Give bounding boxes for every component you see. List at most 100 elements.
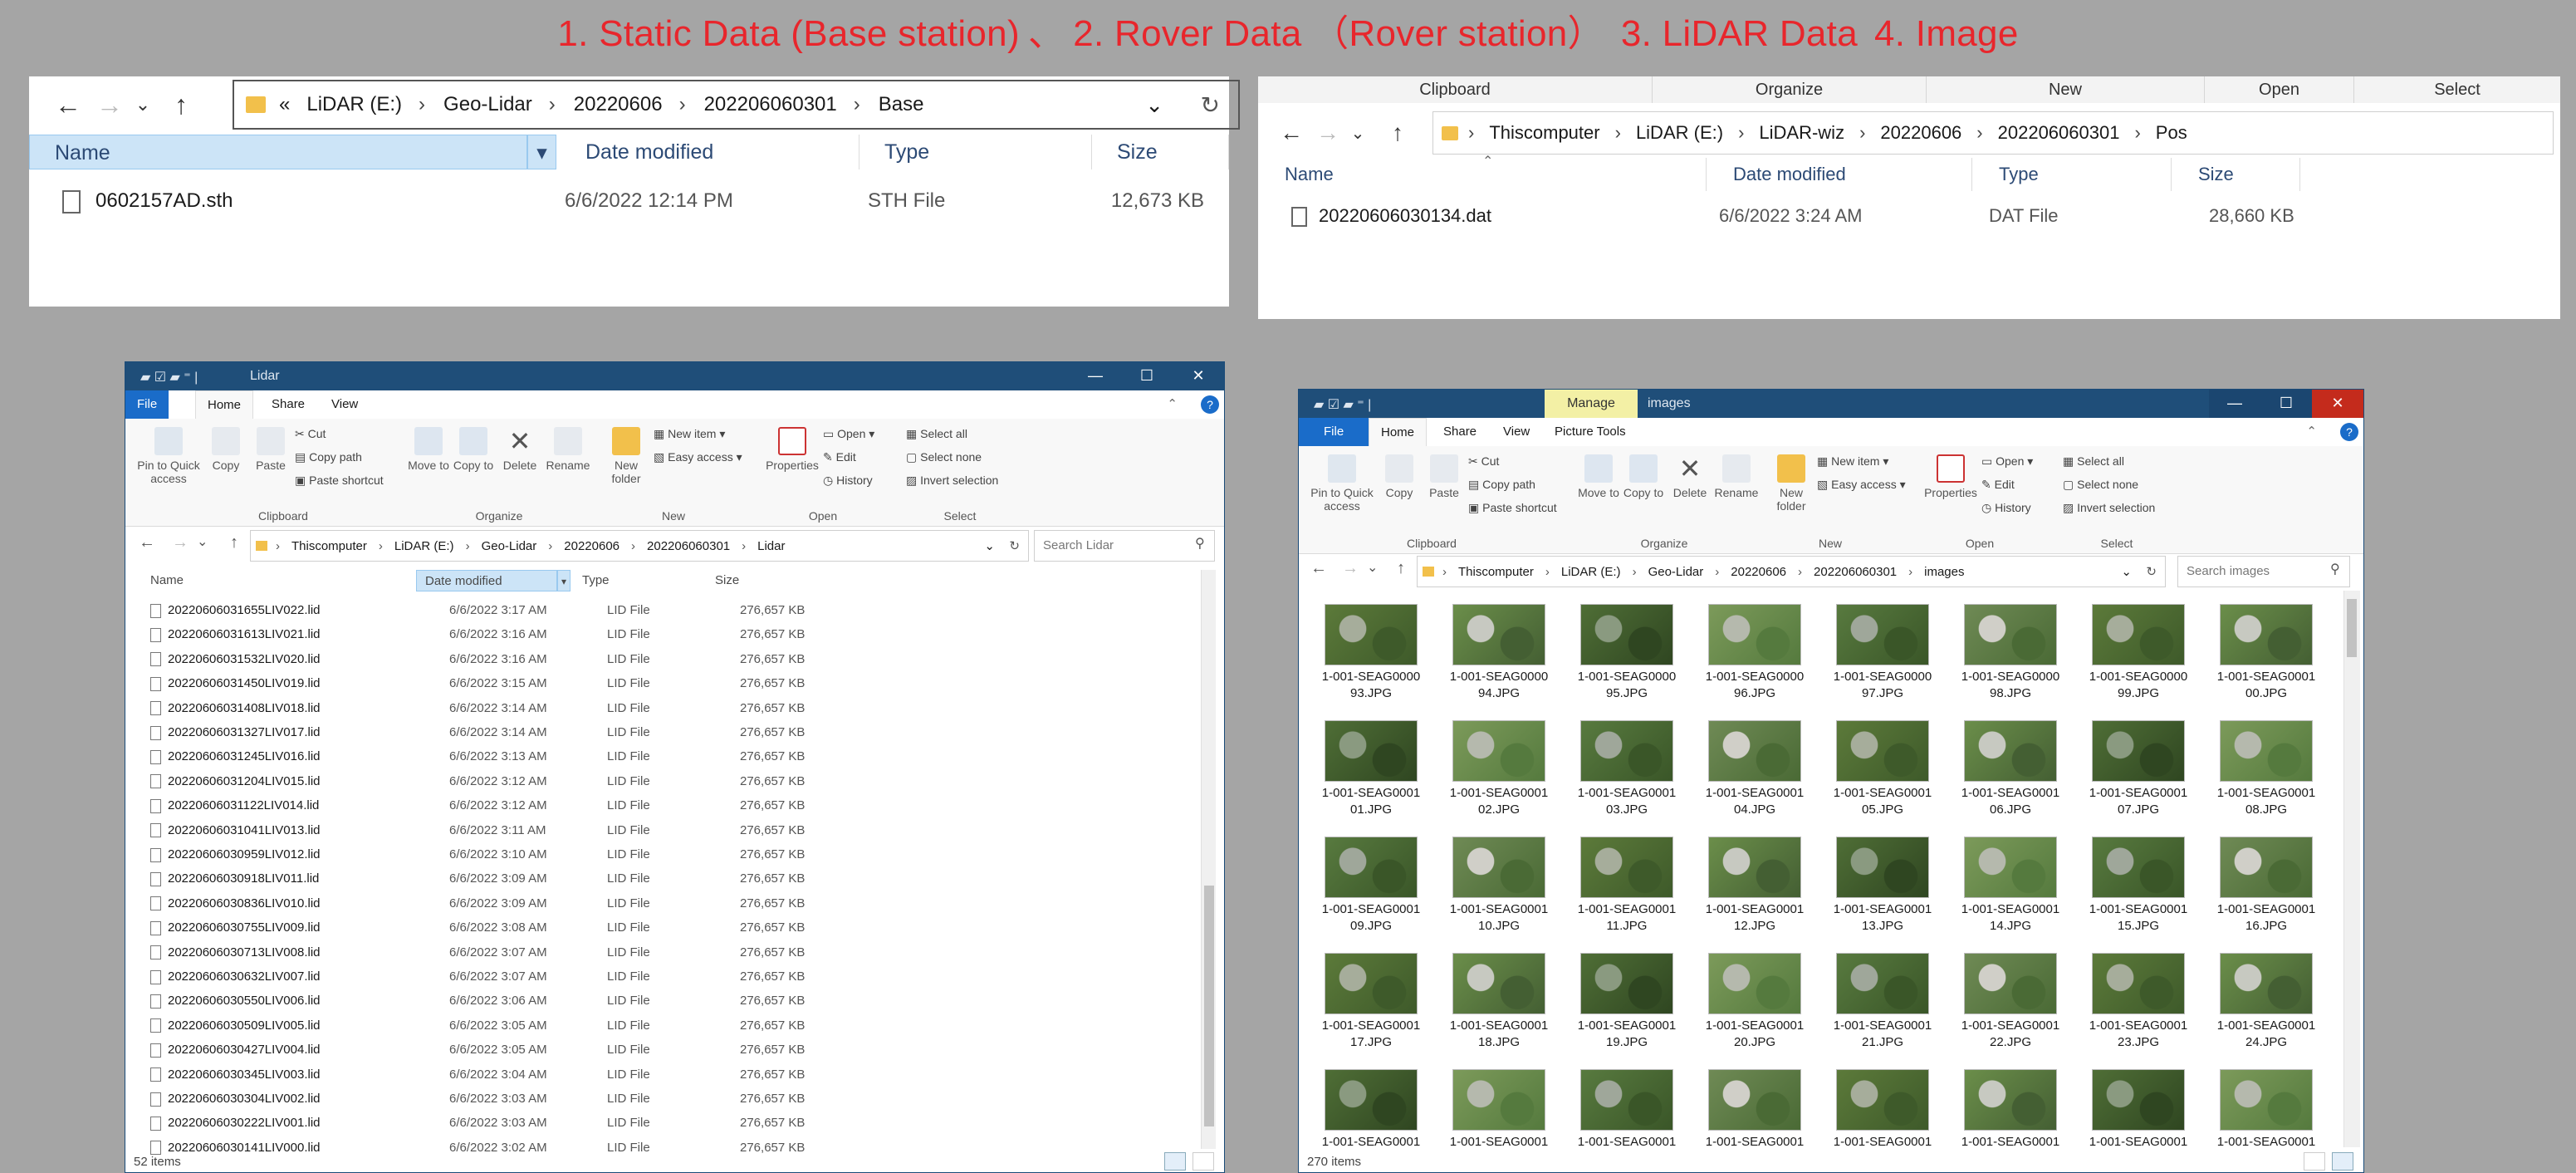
address-bar[interactable]: « LiDAR (E:) › Geo-Lidar › 20220606 › 20220… bbox=[233, 80, 1240, 130]
breadcrumb-item[interactable]: LiDAR (E:) bbox=[394, 539, 454, 553]
file-row[interactable]: 20220606031204LIV015.lid 6/6/2022 3:12 AM… bbox=[150, 769, 964, 793]
up-button[interactable]: ↑ bbox=[160, 76, 202, 133]
chevron-down-icon[interactable]: ⌄ bbox=[2121, 564, 2132, 579]
select-none-button[interactable]: ▢ Select none bbox=[906, 445, 998, 469]
image-thumbnail[interactable]: 1-001-SEAG0000 95.JPG bbox=[1563, 599, 1691, 715]
new-folder-button[interactable]: New folder bbox=[605, 427, 647, 485]
file-row[interactable]: 20220606030632LIV007.lid 6/6/2022 3:07 AM… bbox=[150, 964, 964, 989]
image-thumbnail[interactable]: 1-001-SEAG0001 bbox=[1819, 1064, 1947, 1173]
paste-button[interactable]: Paste bbox=[250, 427, 291, 472]
tab-home[interactable]: Home bbox=[1369, 418, 1428, 446]
select-all-button[interactable]: ▦ Select all bbox=[906, 422, 998, 445]
col-date[interactable]: Date modified bbox=[561, 135, 859, 169]
file-row[interactable]: 20220606031041LIV013.lid 6/6/2022 3:11 AM… bbox=[150, 818, 964, 842]
delete-button[interactable]: ✕ Delete bbox=[1669, 454, 1711, 499]
tab-file[interactable]: File bbox=[1299, 418, 1369, 446]
image-thumbnail[interactable]: 1-001-SEAG0001 02.JPG bbox=[1435, 715, 1563, 832]
copy-to-button[interactable]: Copy to bbox=[1623, 454, 1664, 499]
sort-dropdown-icon[interactable]: ▾ bbox=[527, 135, 556, 169]
properties-button[interactable]: Properties bbox=[765, 427, 820, 472]
breadcrumb-item[interactable]: Lidar bbox=[757, 539, 785, 553]
image-thumbnail[interactable]: 1-001-SEAG0001 11.JPG bbox=[1563, 832, 1691, 948]
breadcrumb-item[interactable]: 20220606 bbox=[574, 93, 663, 116]
image-thumbnail[interactable]: 1-001-SEAG0001 bbox=[1691, 1064, 1819, 1173]
breadcrumb-item[interactable]: « bbox=[279, 93, 290, 116]
up-button[interactable]: ↑ bbox=[1397, 559, 1405, 578]
refresh-icon[interactable]: ↻ bbox=[1009, 538, 1020, 553]
back-button[interactable]: ← bbox=[47, 76, 89, 133]
help-icon[interactable]: ? bbox=[1201, 395, 1219, 414]
image-thumbnail[interactable]: 1-001-SEAG0001 10.JPG bbox=[1435, 832, 1563, 948]
image-thumbnail[interactable]: 1-001-SEAG0000 93.JPG bbox=[1307, 599, 1435, 715]
scrollbar-thumb[interactable] bbox=[1204, 886, 1214, 1126]
move-to-button[interactable]: Move to bbox=[1578, 454, 1619, 499]
up-button[interactable]: ↑ bbox=[230, 533, 238, 552]
properties-button[interactable]: Properties bbox=[1923, 454, 1978, 499]
image-thumbnail[interactable]: 1-001-SEAG0001 07.JPG bbox=[2074, 715, 2202, 832]
col-type[interactable]: Type bbox=[859, 135, 1092, 169]
select-all-button[interactable]: ▦ Select all bbox=[2063, 449, 2155, 473]
maximize-button[interactable]: ☐ bbox=[1121, 362, 1173, 390]
breadcrumb-item[interactable]: LiDAR (E:) bbox=[306, 93, 402, 116]
col-type[interactable]: Type bbox=[1972, 158, 2172, 191]
file-row[interactable]: 20220606030134.dat 6/6/2022 3:24 AM DAT … bbox=[1258, 199, 2560, 233]
image-thumbnail[interactable]: 1-001-SEAG0001 23.JPG bbox=[2074, 948, 2202, 1064]
image-thumbnail[interactable]: 1-001-SEAG0001 20.JPG bbox=[1691, 948, 1819, 1064]
edit-button[interactable]: ✎ Edit bbox=[823, 445, 874, 469]
address-bar[interactable]: › Thiscomputer › LiDAR (E:) › Geo-Lidar › 2… bbox=[1417, 556, 2166, 587]
tab-file[interactable]: File bbox=[125, 390, 169, 419]
sort-dropdown-icon[interactable]: ▾ bbox=[557, 570, 571, 591]
image-thumbnail[interactable]: 1-001-SEAG0001 24.JPG bbox=[2202, 948, 2330, 1064]
copy-path-button[interactable]: ▤ Copy path bbox=[1468, 473, 1557, 496]
paste-shortcut-button[interactable]: ▣ Paste shortcut bbox=[1468, 496, 1557, 519]
forward-button[interactable]: → bbox=[172, 533, 189, 552]
close-button[interactable]: ✕ bbox=[2312, 390, 2363, 418]
breadcrumb-item[interactable]: Geo-Lidar bbox=[443, 93, 532, 116]
image-thumbnail[interactable]: 1-001-SEAG0000 97.JPG bbox=[1819, 599, 1947, 715]
cut-button[interactable]: ✂ Cut bbox=[295, 422, 384, 445]
copy-path-button[interactable]: ▤ Copy path bbox=[295, 445, 384, 469]
recent-dropdown-button[interactable]: ⌄ bbox=[197, 533, 208, 550]
paste-button[interactable]: Paste bbox=[1423, 454, 1465, 499]
invert-selection-button[interactable]: ▨ Invert selection bbox=[906, 469, 998, 492]
image-thumbnail[interactable]: 1-001-SEAG0001 04.JPG bbox=[1691, 715, 1819, 832]
breadcrumb-item[interactable]: 202206060301 bbox=[1814, 565, 1897, 579]
breadcrumb-item[interactable]: Thiscomputer bbox=[291, 539, 367, 553]
file-row[interactable]: 20220606031245LIV016.lid 6/6/2022 3:13 AM… bbox=[150, 744, 964, 768]
image-thumbnail[interactable]: 1-001-SEAG0001 bbox=[1435, 1064, 1563, 1173]
breadcrumb-item[interactable]: LiDAR-wiz bbox=[1759, 122, 1844, 144]
search-input[interactable]: Search images bbox=[2177, 556, 2350, 587]
file-row[interactable]: 20220606030304LIV002.lid 6/6/2022 3:03 AM… bbox=[150, 1087, 964, 1111]
refresh-icon[interactable]: ↻ bbox=[1201, 91, 1220, 119]
image-thumbnail[interactable]: 1-001-SEAG0001 16.JPG bbox=[2202, 832, 2330, 948]
file-row[interactable]: 20220606030959LIV012.lid 6/6/2022 3:10 AM… bbox=[150, 842, 964, 866]
image-thumbnail[interactable]: 1-001-SEAG0000 94.JPG bbox=[1435, 599, 1563, 715]
breadcrumb-item[interactable]: Geo-Lidar bbox=[1648, 565, 1704, 579]
manage-context-tab[interactable]: Manage bbox=[1545, 390, 1638, 418]
pin-button[interactable]: Pin to Quick access bbox=[132, 427, 205, 485]
image-thumbnail[interactable]: 1-001-SEAG0000 99.JPG bbox=[2074, 599, 2202, 715]
file-row[interactable]: 20220606031450LIV019.lid 6/6/2022 3:15 AM… bbox=[150, 671, 964, 695]
help-icon[interactable]: ? bbox=[2340, 423, 2358, 441]
image-thumbnail[interactable]: 1-001-SEAG0001 17.JPG bbox=[1307, 948, 1435, 1064]
file-row[interactable]: 20220606031613LIV021.lid 6/6/2022 3:16 AM… bbox=[150, 622, 964, 646]
invert-selection-button[interactable]: ▨ Invert selection bbox=[2063, 496, 2155, 519]
rename-button[interactable]: Rename bbox=[546, 427, 590, 472]
vertical-scrollbar[interactable] bbox=[1201, 570, 1216, 1149]
minimize-button[interactable]: — bbox=[1070, 362, 1121, 390]
image-thumbnail[interactable]: 1-001-SEAG0000 98.JPG bbox=[1947, 599, 2074, 715]
minimize-button[interactable]: — bbox=[2209, 390, 2260, 418]
file-row[interactable]: 20220606031408LIV018.lid 6/6/2022 3:14 AM… bbox=[150, 696, 964, 720]
image-thumbnail[interactable]: 1-001-SEAG0001 00.JPG bbox=[2202, 599, 2330, 715]
file-row[interactable]: 20220606031327LIV017.lid 6/6/2022 3:14 AM… bbox=[150, 720, 964, 744]
col-size[interactable]: Size bbox=[1092, 135, 1229, 169]
breadcrumb-item[interactable]: Pos bbox=[2156, 122, 2187, 144]
large-icons-view-icon[interactable] bbox=[1193, 1152, 1214, 1171]
open-button[interactable]: ▭ Open ▾ bbox=[1981, 449, 2033, 473]
file-row[interactable]: 20220606030509LIV005.lid 6/6/2022 3:05 AM… bbox=[150, 1013, 964, 1038]
col-name[interactable]: Name bbox=[1258, 158, 1707, 191]
breadcrumb-item[interactable]: Thiscomputer bbox=[1489, 122, 1599, 144]
breadcrumb-item[interactable]: 202206060301 bbox=[647, 539, 730, 553]
breadcrumb-item[interactable]: Base bbox=[879, 93, 924, 116]
breadcrumb-item[interactable]: LiDAR (E:) bbox=[1636, 122, 1723, 144]
